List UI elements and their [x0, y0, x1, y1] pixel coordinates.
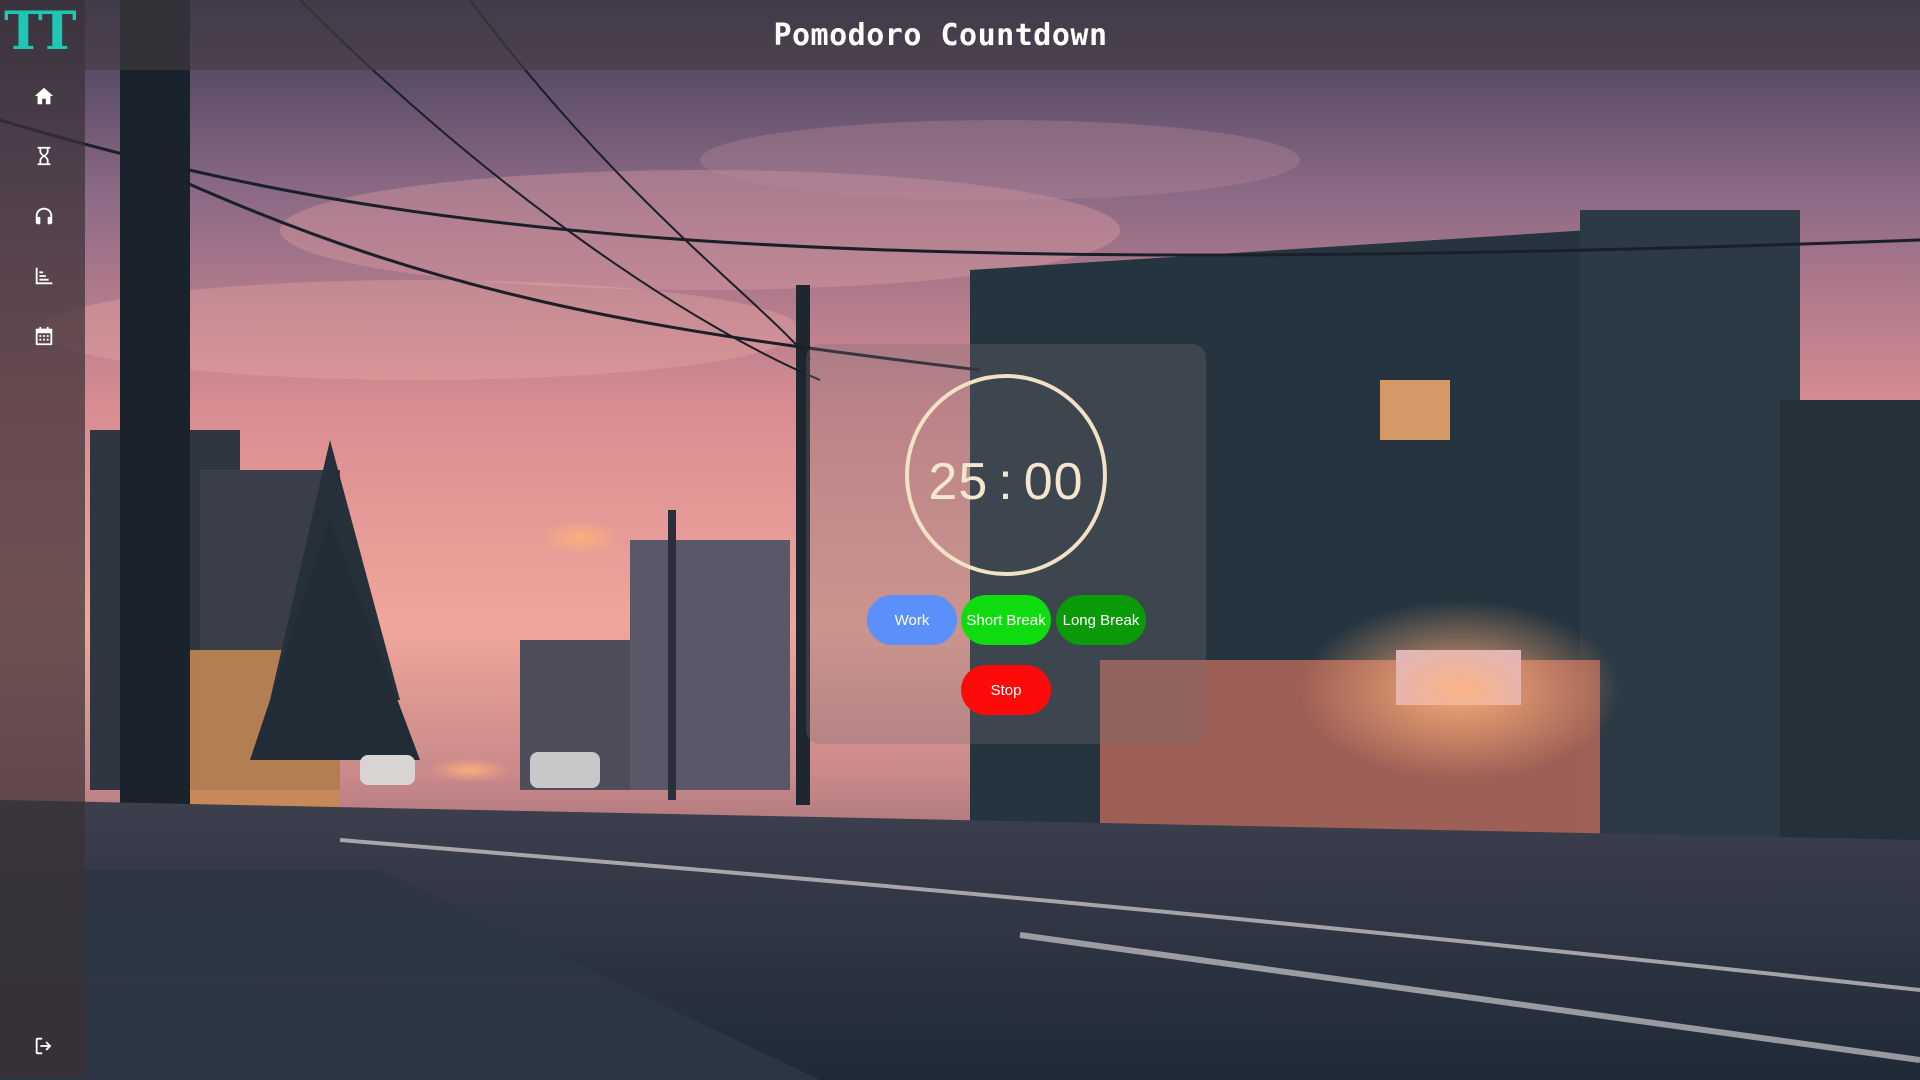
page-title: Pomodoro Countdown: [773, 17, 1108, 53]
work-mode-button[interactable]: Work: [867, 595, 957, 645]
timer-minutes: 25: [928, 453, 989, 511]
timer-seconds: 00: [1023, 453, 1084, 511]
top-header: Pomodoro Countdown: [85, 0, 1920, 70]
app-logo[interactable]: TT: [4, 4, 82, 60]
timer-display: 25 : 00: [928, 452, 1083, 512]
home-icon: [34, 87, 54, 105]
timer-dial: 25 : 00: [905, 374, 1107, 576]
sidebar-item-stats[interactable]: [30, 262, 58, 290]
sidebar-item-home[interactable]: [30, 82, 58, 110]
logout-button[interactable]: [30, 1032, 58, 1060]
sidebar-item-timer[interactable]: [30, 142, 58, 170]
timer-separator: :: [998, 453, 1014, 511]
sidebar: TT: [0, 0, 85, 1077]
sidebar-item-calendar[interactable]: [30, 322, 58, 350]
calendar-icon: [35, 326, 53, 346]
stop-button[interactable]: Stop: [961, 665, 1051, 715]
chart-icon: [35, 267, 53, 285]
headphones-icon: [35, 207, 53, 225]
sign-out-icon: [35, 1037, 52, 1055]
sidebar-item-music[interactable]: [30, 202, 58, 230]
short-break-button[interactable]: Short Break: [961, 595, 1051, 645]
long-break-button[interactable]: Long Break: [1056, 595, 1146, 645]
hourglass-icon: [37, 146, 51, 166]
